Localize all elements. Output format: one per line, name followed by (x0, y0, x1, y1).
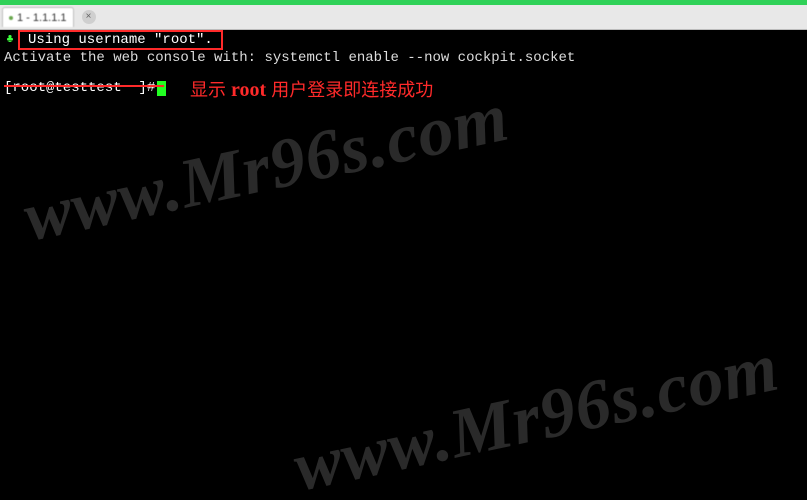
terminal-cursor (157, 81, 166, 96)
shell-prompt: [root@testtest ~]# (4, 80, 155, 96)
tab-close-button[interactable]: × (82, 10, 96, 24)
tab-label: 1 - 1.1.1.1 (17, 12, 67, 24)
highlight-underline (4, 85, 164, 87)
tab-bar: 1 - 1.1.1.1 × (0, 5, 807, 30)
watermark-2: www.Mr96s.com (294, 359, 779, 477)
session-dot-icon (9, 16, 13, 20)
terminal-line-1: Using username "root". (24, 32, 217, 48)
terminal-line-2: Activate the web console with: systemctl… (0, 50, 807, 66)
annotation-suffix: 用户登录即连接成功 (266, 80, 433, 100)
watermark-1: www.Mr96s.com (24, 109, 509, 227)
annotation-text: 显示 root 用户登录即连接成功 (190, 82, 433, 98)
highlighted-login-line: Using username "root". (18, 30, 223, 50)
terminal-area[interactable]: ♣ Using username "root". Activate the we… (0, 30, 807, 500)
annotation-bold: root (231, 79, 266, 101)
annotation-prefix: 显示 (190, 80, 231, 100)
session-icon: ♣ (2, 32, 18, 46)
session-tab[interactable]: 1 - 1.1.1.1 (2, 7, 74, 27)
